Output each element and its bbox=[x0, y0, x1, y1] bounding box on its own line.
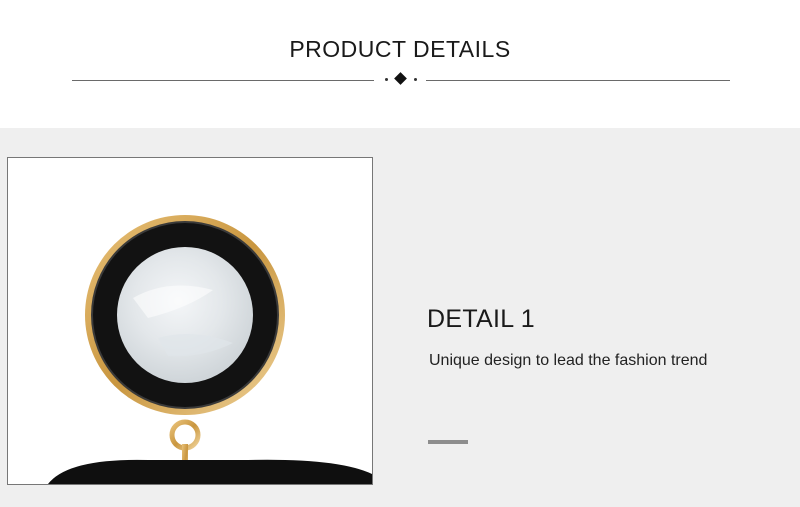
divider-dot-left bbox=[385, 78, 388, 81]
product-photo bbox=[7, 157, 373, 485]
accent-bar bbox=[428, 440, 468, 444]
pendant-bottom bbox=[48, 459, 372, 484]
diamond-ornament-icon bbox=[394, 72, 407, 85]
header-section: PRODUCT DETAILS bbox=[0, 0, 800, 128]
divider-right bbox=[426, 80, 730, 81]
detail-title: DETAIL 1 bbox=[427, 305, 535, 333]
divider-dot-right bbox=[414, 78, 417, 81]
earring-image bbox=[48, 215, 372, 484]
shell-center bbox=[117, 247, 253, 383]
section-title: PRODUCT DETAILS bbox=[289, 36, 511, 62]
divider-left bbox=[72, 80, 374, 81]
detail-description: Unique design to lead the fashion trend bbox=[429, 352, 708, 369]
